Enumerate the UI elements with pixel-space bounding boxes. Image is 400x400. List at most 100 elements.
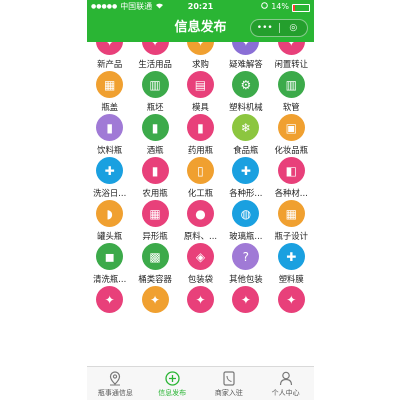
packaging-bag-icon: ◈ (186, 243, 214, 270)
mini-program-capsule: ••• ◎ (250, 19, 308, 37)
tab-merchant[interactable]: 商家入驻 (201, 367, 258, 400)
icon-glyph: ✦ (105, 42, 115, 48)
partial-icon: ✦ (232, 286, 260, 313)
location-arrow-icon (261, 0, 269, 14)
bath-icon: ✚ (96, 157, 124, 184)
category-item[interactable]: ▦ 异形瓶 (132, 200, 177, 243)
category-item[interactable]: ✦ (132, 286, 177, 329)
icon-glyph: ✚ (240, 163, 251, 178)
medicine-bottle-icon: ▮ (186, 114, 214, 141)
bottle-design-icon: ▦ (277, 200, 305, 227)
category-label: 新产品 (97, 59, 123, 69)
icon-glyph: ✦ (104, 292, 115, 307)
category-label: 清洗瓶... (93, 274, 127, 284)
category-item[interactable]: ✚ 塑料膜 (269, 243, 314, 286)
category-item[interactable]: ✦ 疑难解答 (223, 42, 268, 71)
partial-icon: ✦ (141, 286, 169, 313)
other-packaging-icon: ? (232, 243, 260, 270)
icon-glyph: ▤ (194, 77, 207, 92)
category-item[interactable]: ◈ 包装袋 (178, 243, 223, 286)
category-item[interactable]: ✦ (269, 286, 314, 329)
category-item[interactable]: ▤ 模具 (178, 71, 223, 114)
category-label: 饮料瓶 (97, 145, 123, 155)
category-item[interactable]: ✦ (178, 286, 223, 329)
tab-info-label: 瓶事通信息 (97, 389, 133, 397)
user-icon (278, 370, 294, 386)
category-item[interactable]: ▮ 药用瓶 (178, 114, 223, 157)
hose-icon: ▥ (277, 71, 305, 98)
phone-icon (221, 370, 237, 386)
icon-glyph: ◧ (285, 163, 297, 178)
category-item[interactable]: ◗ 罐头瓶 (87, 200, 132, 243)
more-button[interactable]: ••• (251, 20, 279, 36)
tab-profile-label: 个人中心 (271, 389, 300, 397)
icon-glyph: ▮ (151, 120, 159, 135)
category-label: 酒瓶 (146, 145, 164, 155)
category-item[interactable]: ✦ 闲置转让 (269, 42, 314, 71)
tab-publish-label: 信息发布 (158, 389, 187, 397)
category-label: 瓶坯 (146, 102, 164, 112)
category-label: 桶类容器 (138, 274, 172, 284)
category-item[interactable]: ▮ 酒瓶 (132, 114, 177, 157)
category-item[interactable]: ✚ 洗浴日... (87, 157, 132, 200)
close-button[interactable]: ◎ (280, 20, 308, 36)
category-label: 疑难解答 (229, 59, 263, 69)
category-item[interactable]: ✚ 各种形... (223, 157, 268, 200)
category-item[interactable]: ◍ 玻璃瓶... (223, 200, 268, 243)
category-item[interactable]: ▮ 饮料瓶 (87, 114, 132, 157)
category-item[interactable]: ▥ 软管 (269, 71, 314, 114)
idle-transfer-icon: ✦ (277, 42, 305, 55)
category-item[interactable]: ▩ 桶类容器 (132, 243, 177, 286)
tab-publish[interactable]: 信息发布 (144, 367, 201, 400)
category-item[interactable]: ● 原料、... (178, 200, 223, 243)
category-item[interactable]: ▮ 农用瓶 (132, 157, 177, 200)
icon-glyph: ❄ (240, 120, 251, 135)
category-label: 塑料膜 (278, 274, 304, 284)
cleaning-bottle-icon: ◼ (96, 243, 124, 270)
various-shapes-icon: ✚ (232, 157, 260, 184)
category-item[interactable]: ◼ 清洗瓶... (87, 243, 132, 286)
icon-glyph: ✦ (195, 292, 206, 307)
battery-icon (292, 4, 310, 12)
category-label: 化工瓶 (187, 188, 214, 198)
category-item[interactable]: ▣ 化妆品瓶 (269, 114, 314, 157)
category-item[interactable]: ▥ 瓶坯 (132, 71, 177, 114)
battery-percent: 14% (271, 2, 289, 11)
icon-glyph: ▦ (149, 206, 161, 221)
category-item[interactable]: ✦ 求购 (178, 42, 223, 71)
icon-glyph: ▣ (285, 120, 297, 135)
icon-glyph: ✚ (104, 163, 115, 178)
category-item[interactable]: ◧ 各种材... (269, 157, 314, 200)
various-materials-icon: ◧ (277, 157, 305, 184)
daily-goods-icon: ✦ (141, 42, 169, 55)
category-item[interactable]: ✦ 新产品 (87, 42, 132, 71)
category-item[interactable]: ✦ (223, 286, 268, 329)
category-label: 食品瓶 (233, 145, 259, 155)
tab-merchant-label: 商家入驻 (214, 389, 243, 397)
chemical-bottle-icon: ▯ (186, 157, 214, 184)
category-item[interactable]: ▯ 化工瓶 (178, 157, 223, 200)
icon-glyph: ✦ (150, 292, 161, 307)
tab-info[interactable]: 瓶事通信息 (87, 367, 144, 400)
category-item[interactable]: ❄ 食品瓶 (223, 114, 268, 157)
icon-glyph: ✚ (286, 249, 297, 264)
category-label: 药用瓶 (187, 145, 214, 155)
icon-glyph: ✦ (241, 42, 251, 48)
category-item[interactable]: ✦ (87, 286, 132, 329)
tab-profile[interactable]: 个人中心 (257, 367, 314, 400)
category-label: 塑料机械 (229, 102, 263, 112)
location-pin-icon (107, 370, 123, 386)
icon-glyph: ▦ (285, 206, 297, 221)
category-item[interactable]: ? 其他包装 (223, 243, 268, 286)
icon-glyph: ✦ (240, 292, 251, 307)
category-item[interactable]: ▦ 瓶子设计 (269, 200, 314, 243)
category-item[interactable]: ✦ 生活用品 (132, 42, 177, 71)
food-bottle-icon: ❄ (232, 114, 260, 141)
category-item[interactable]: ⚙ 塑料机械 (223, 71, 268, 114)
category-label: 求购 (192, 59, 209, 69)
purchase-icon: ✦ (186, 42, 214, 55)
icon-glyph: ▯ (197, 163, 204, 178)
category-label: 罐头瓶 (97, 231, 123, 241)
category-label: 异形瓶 (142, 231, 168, 241)
category-item[interactable]: ▦ 瓶盖 (87, 71, 132, 114)
